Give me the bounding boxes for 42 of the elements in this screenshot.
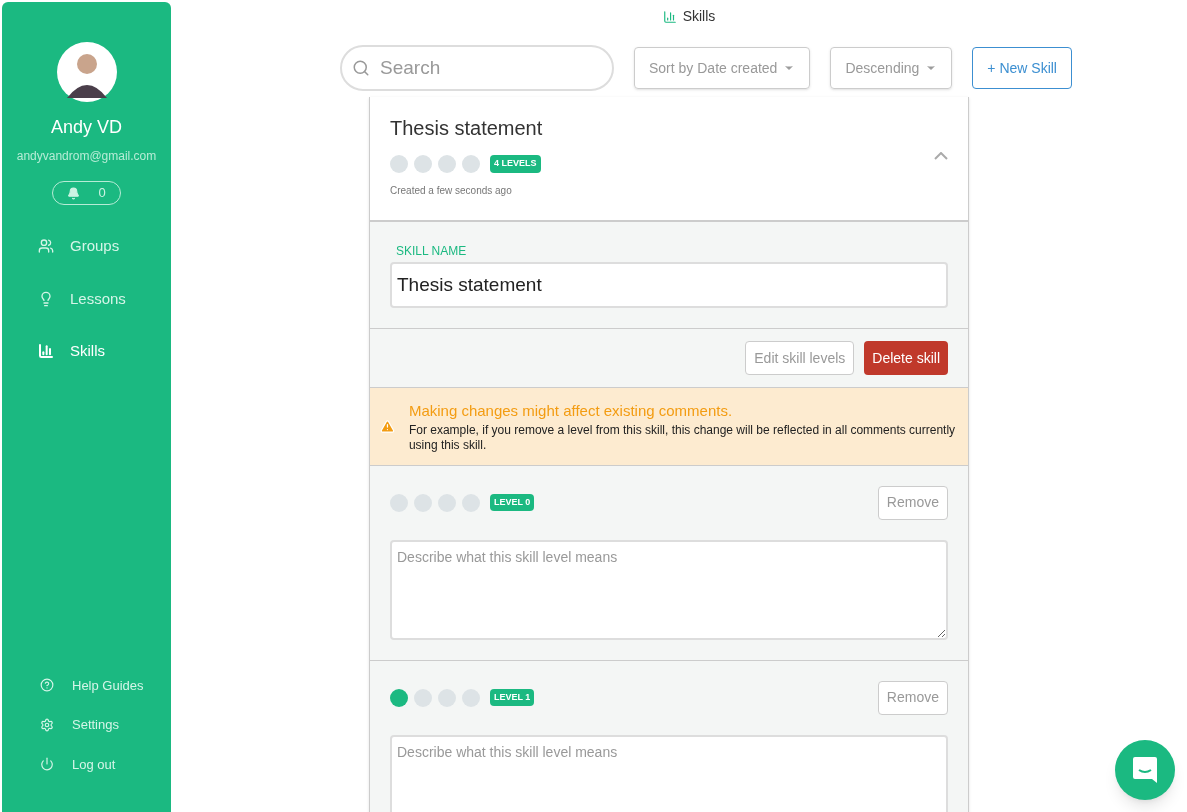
collapse-button[interactable] — [934, 151, 948, 160]
user-name: Andy VD — [50, 116, 122, 139]
sort-dropdown[interactable]: Sort by Date created — [634, 47, 811, 89]
page-title: Skills — [682, 7, 716, 26]
warning-icon — [380, 417, 395, 435]
footer-nav-item[interactable]: Help Guides — [40, 675, 171, 695]
warning-text: For example, if you remove a level from this skill, this change will be reflected in all comments currently using this skill. — [408, 422, 957, 453]
skill-title: Thesis statement — [390, 116, 544, 141]
bell-icon — [67, 186, 81, 200]
chat-button[interactable] — [1115, 740, 1175, 800]
lightbulb-icon — [38, 290, 54, 307]
help-icon — [40, 678, 54, 693]
new-skill-button[interactable]: + New Skill — [972, 47, 1072, 89]
settings-icon — [40, 717, 54, 732]
levels-badge: 4 LEVELS — [490, 155, 541, 173]
chevron-up-icon — [934, 151, 948, 160]
order-dropdown[interactable]: Descending — [830, 47, 953, 89]
power-icon — [40, 757, 54, 772]
level-badge: LEVEL 1 — [490, 688, 535, 707]
footer-nav-item[interactable]: Settings — [40, 715, 171, 735]
edit-levels-button[interactable]: Edit skill levels — [745, 341, 855, 375]
remove-button[interactable]: Remove — [877, 680, 948, 715]
nav-item[interactable]: Lessons — [38, 287, 171, 310]
people-icon — [38, 238, 54, 255]
warning-title: Making changes might affect existing comments. — [408, 401, 734, 421]
search-icon — [352, 59, 370, 77]
delete-skill-button[interactable]: Delete skill — [864, 341, 948, 375]
skill-name-field[interactable]: Thesis statement — [390, 262, 948, 308]
nav-item[interactable]: Groups — [38, 235, 171, 258]
remove-button[interactable]: Remove — [877, 485, 948, 520]
level-description-field[interactable]: Describe what this skill level means — [390, 539, 948, 640]
user-email: andyvandrom@gmail.com — [16, 148, 157, 165]
bar-chart-icon — [38, 343, 54, 360]
field-label: SKILL NAME — [396, 243, 468, 260]
chart-icon — [662, 9, 677, 24]
nav-item[interactable]: Skills — [38, 340, 171, 363]
level-badge: LEVEL 0 — [490, 493, 535, 512]
level-description-field[interactable]: Describe what this skill level means — [390, 734, 948, 812]
search-field[interactable]: Search — [340, 45, 614, 91]
created-time: Created a few seconds ago — [390, 184, 513, 198]
chat-bubble-icon — [1132, 756, 1158, 784]
footer-nav-item[interactable]: Log out — [40, 754, 171, 774]
